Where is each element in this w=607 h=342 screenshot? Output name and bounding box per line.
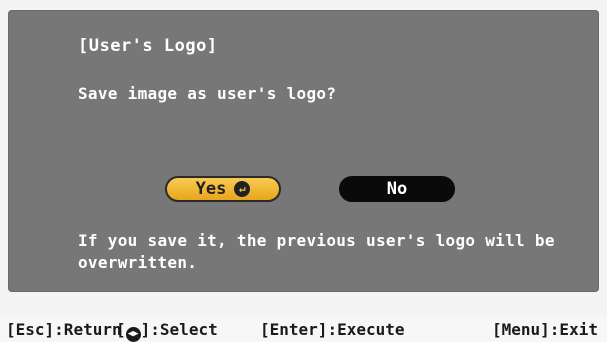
esc-key: [Esc] xyxy=(6,320,55,339)
hint-select: [◀▶]:Select xyxy=(116,320,218,342)
no-button-label: No xyxy=(386,179,408,199)
save-logo-dialog: [User's Logo] Save image as user's logo?… xyxy=(8,10,599,292)
yes-button[interactable]: Yes ↵ xyxy=(165,176,281,202)
select-bracket-close: ] xyxy=(140,320,151,339)
enter-action: :Execute xyxy=(327,320,405,339)
menu-key: [Menu] xyxy=(492,320,550,339)
hint-menu-exit: [Menu]:Exit xyxy=(492,320,598,339)
overwrite-warning: If you save it, the previous user's logo… xyxy=(78,231,555,272)
dialog-question: Save image as user's logo? xyxy=(78,84,337,103)
enter-key: [Enter] xyxy=(260,320,328,339)
select-bracket-open: [ xyxy=(116,320,126,339)
no-button[interactable]: No xyxy=(339,176,455,202)
projector-screen: [User's Logo] Save image as user's logo?… xyxy=(0,0,607,342)
dialog-title: [User's Logo] xyxy=(78,36,218,56)
hint-enter-execute: [Enter]:Execute xyxy=(260,320,405,339)
menu-action: :Exit xyxy=(549,320,598,339)
hint-esc-return: [Esc]:Return xyxy=(6,320,122,339)
yes-button-label: Yes xyxy=(195,179,227,199)
select-action: :Select xyxy=(150,320,218,339)
key-hint-bar: [Esc]:Return [◀▶]:Select [Enter]:Execute… xyxy=(0,316,607,342)
left-right-arrows-icon: ◀▶ xyxy=(125,327,141,342)
esc-action: :Return xyxy=(54,320,122,339)
enter-icon: ↵ xyxy=(234,181,251,197)
